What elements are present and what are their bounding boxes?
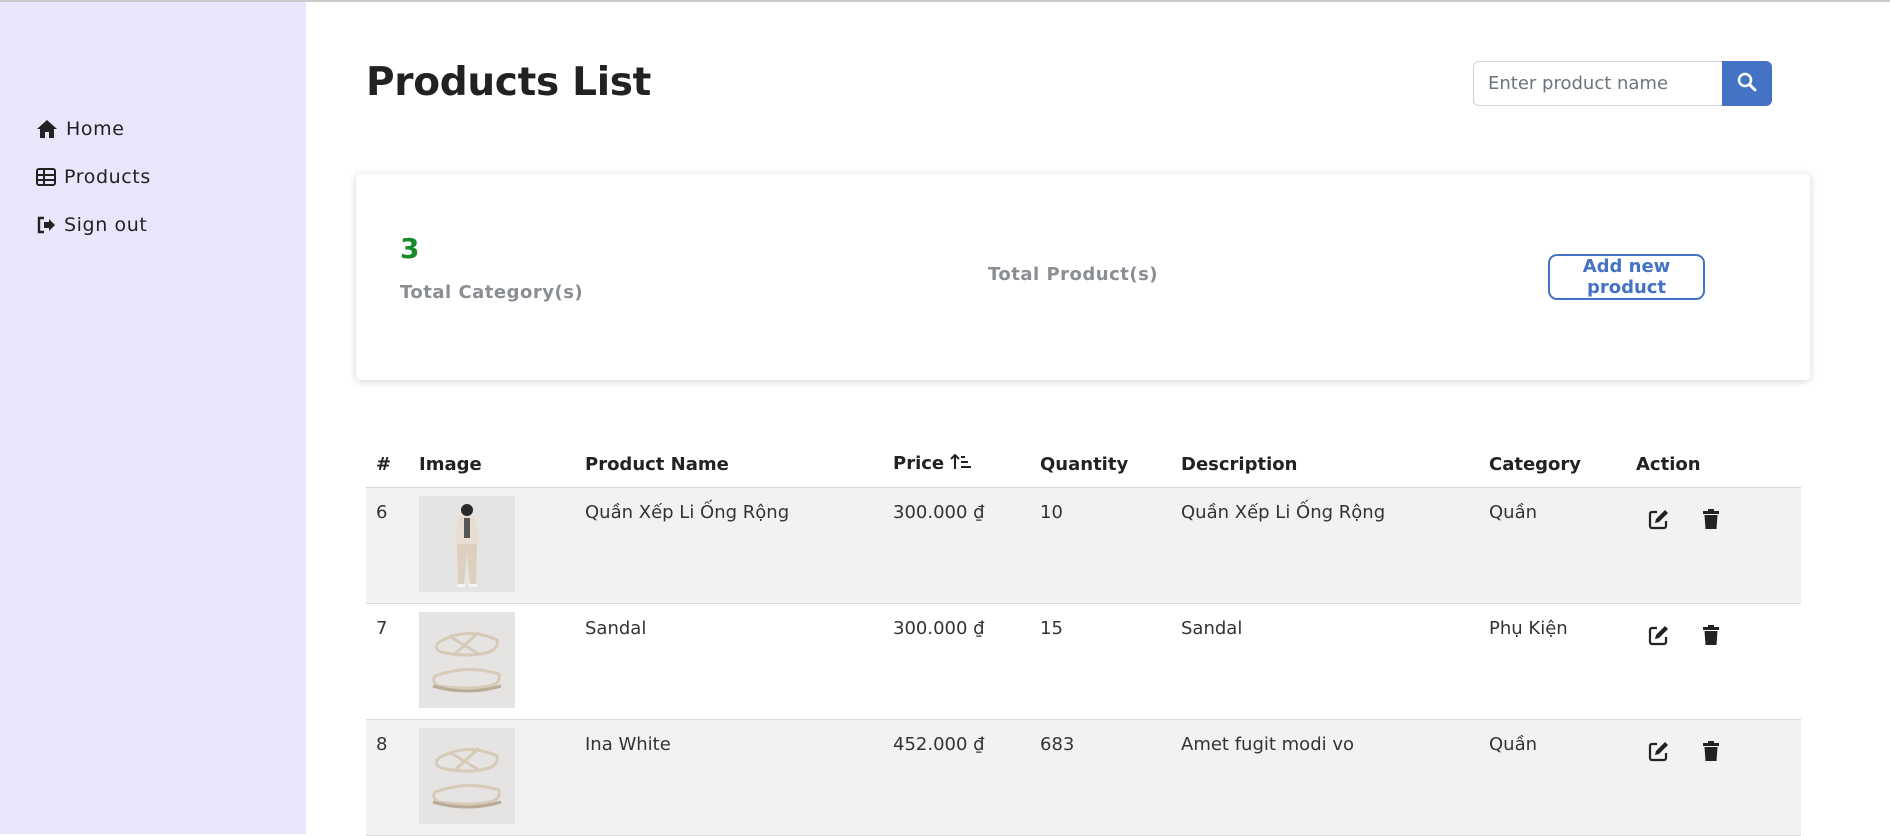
product-name: Ina White bbox=[575, 719, 883, 836]
home-icon bbox=[36, 119, 58, 139]
category-count: 3 bbox=[400, 232, 420, 265]
product-price: 452.000 ₫ bbox=[883, 719, 1030, 836]
row-id: 6 bbox=[366, 487, 409, 604]
add-product-button[interactable]: Add new product bbox=[1548, 254, 1705, 300]
trash-icon[interactable] bbox=[1702, 624, 1720, 646]
trash-icon[interactable] bbox=[1702, 740, 1720, 762]
search-icon bbox=[1737, 72, 1757, 95]
column-header-image: Image bbox=[409, 441, 575, 488]
products-table: # Image Product Name Price Quantity Desc… bbox=[366, 441, 1801, 836]
column-header-index: # bbox=[366, 441, 409, 488]
trash-icon[interactable] bbox=[1702, 508, 1720, 530]
product-price: 300.000 ₫ bbox=[883, 487, 1030, 604]
column-header-description: Description bbox=[1171, 441, 1479, 488]
sidebar-item-products[interactable]: Products bbox=[36, 166, 151, 188]
page-title: Products List bbox=[366, 60, 652, 105]
product-quantity: 683 bbox=[1030, 719, 1171, 836]
sidebar-item-home[interactable]: Home bbox=[36, 118, 125, 140]
product-image bbox=[419, 728, 515, 824]
sidebar-item-label: Products bbox=[64, 166, 151, 188]
table-header-row: # Image Product Name Price Quantity Desc… bbox=[366, 441, 1801, 488]
column-header-category: Category bbox=[1479, 441, 1626, 488]
column-header-action: Action bbox=[1626, 441, 1801, 488]
category-count-label: Total Category(s) bbox=[400, 282, 584, 303]
sidebar-item-label: Home bbox=[66, 118, 125, 140]
sign-out-icon bbox=[36, 216, 56, 234]
product-name: Quần Xếp Li Ống Rộng bbox=[575, 487, 883, 604]
product-price: 300.000 ₫ bbox=[883, 603, 1030, 720]
product-image bbox=[419, 612, 515, 708]
table-row: 8 Ina White 452.000 ₫ 683 Amet fugit mod… bbox=[366, 719, 1801, 836]
product-name: Sandal bbox=[575, 603, 883, 720]
product-category: Phụ Kiện bbox=[1479, 603, 1626, 720]
edit-icon[interactable] bbox=[1648, 740, 1670, 762]
product-image bbox=[419, 496, 515, 592]
sidebar-item-sign-out[interactable]: Sign out bbox=[36, 214, 147, 236]
sort-ascending-icon[interactable] bbox=[950, 453, 972, 476]
search-bar bbox=[1473, 61, 1772, 106]
column-header-quantity: Quantity bbox=[1030, 441, 1171, 488]
product-quantity: 10 bbox=[1030, 487, 1171, 604]
product-description: Sandal bbox=[1171, 603, 1479, 720]
product-quantity: 15 bbox=[1030, 603, 1171, 720]
sidebar-item-label: Sign out bbox=[64, 214, 148, 236]
edit-icon[interactable] bbox=[1648, 508, 1670, 530]
sidebar: Home Products Sign out bbox=[0, 2, 306, 834]
table-row: 7 Sandal 300.000 ₫ 15 Sandal Phụ Kiện bbox=[366, 603, 1801, 720]
product-description: Quần Xếp Li Ống Rộng bbox=[1171, 487, 1479, 604]
stats-card: 3 Total Category(s) Total Product(s) Add… bbox=[356, 174, 1810, 380]
search-button[interactable] bbox=[1722, 61, 1772, 106]
row-id: 7 bbox=[366, 603, 409, 720]
table-row: 6 Quần Xếp Li Ống Rộng 300.000 ₫ 10 Quần… bbox=[366, 487, 1801, 604]
table-icon bbox=[36, 168, 56, 186]
column-header-price[interactable]: Price bbox=[883, 441, 1030, 488]
product-category: Quần bbox=[1479, 487, 1626, 604]
column-header-price-label: Price bbox=[893, 452, 945, 474]
product-count-label: Total Product(s) bbox=[988, 264, 1159, 285]
product-category: Quần bbox=[1479, 719, 1626, 836]
search-input[interactable] bbox=[1473, 61, 1722, 106]
product-description: Amet fugit modi vo bbox=[1171, 719, 1479, 836]
column-header-name: Product Name bbox=[575, 441, 883, 488]
row-id: 8 bbox=[366, 719, 409, 836]
edit-icon[interactable] bbox=[1648, 624, 1670, 646]
